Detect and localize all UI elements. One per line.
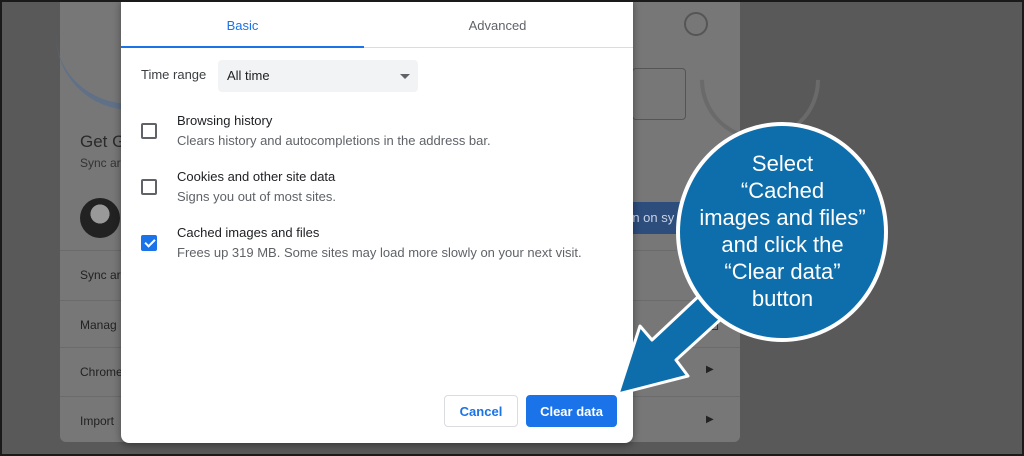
callout-line: Select: [751, 151, 814, 176]
callout-text: Select “Cached images and files” and cli…: [680, 150, 885, 312]
callout-line: button: [751, 286, 814, 311]
callout-line: “Cached: [740, 178, 825, 203]
callout-line: “Clear data”: [724, 259, 841, 284]
callout-line: and click the: [721, 232, 844, 257]
callout-line: images and files”: [699, 205, 866, 230]
